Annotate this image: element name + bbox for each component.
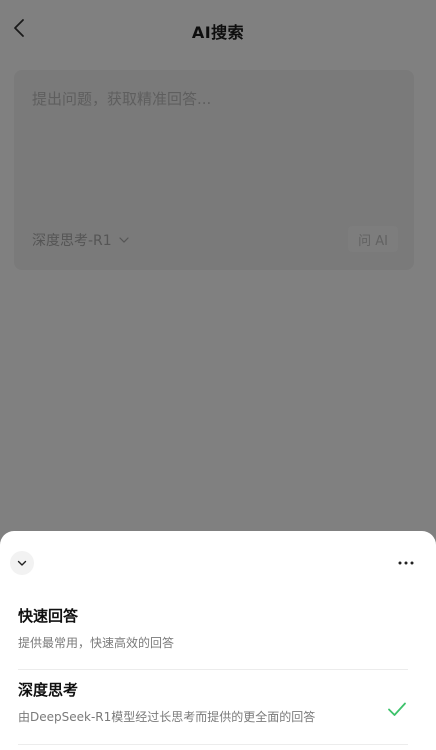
- collapse-sheet-button[interactable]: [10, 551, 34, 575]
- mode-label: 深度思考-R1: [32, 233, 112, 249]
- page-title: AI搜索: [191, 23, 245, 42]
- option-deep-thinking[interactable]: 深度思考 由DeepSeek-R1模型经过长思考而提供的更全面的回答: [18, 679, 408, 745]
- more-button[interactable]: [394, 555, 418, 571]
- question-input[interactable]: 提出问题，获取精准回答...: [32, 88, 392, 208]
- option-title: 深度思考: [18, 681, 79, 699]
- mode-select[interactable]: 深度思考-R1: [32, 230, 130, 250]
- chevron-down-icon: [119, 237, 129, 243]
- mode-bottom-sheet: 快速回答 提供最常用，快速高效的回答 深度思考 由DeepSeek-R1模型经过…: [0, 531, 436, 750]
- option-description: 由DeepSeek-R1模型经过长思考而提供的更全面的回答: [18, 710, 316, 724]
- more-dots-icon: [398, 561, 414, 565]
- chevron-down-icon: [17, 560, 27, 566]
- checkmark-icon: [388, 702, 406, 716]
- option-quick-answer[interactable]: 快速回答 提供最常用，快速高效的回答: [18, 605, 408, 670]
- nav-bar: AI搜索: [0, 0, 436, 60]
- ask-ai-button[interactable]: 问 AI: [348, 226, 398, 252]
- option-title: 快速回答: [18, 607, 79, 625]
- search-card: 提出问题，获取精准回答... 深度思考-R1 问 AI: [14, 70, 414, 270]
- option-description: 提供最常用，快速高效的回答: [18, 636, 175, 650]
